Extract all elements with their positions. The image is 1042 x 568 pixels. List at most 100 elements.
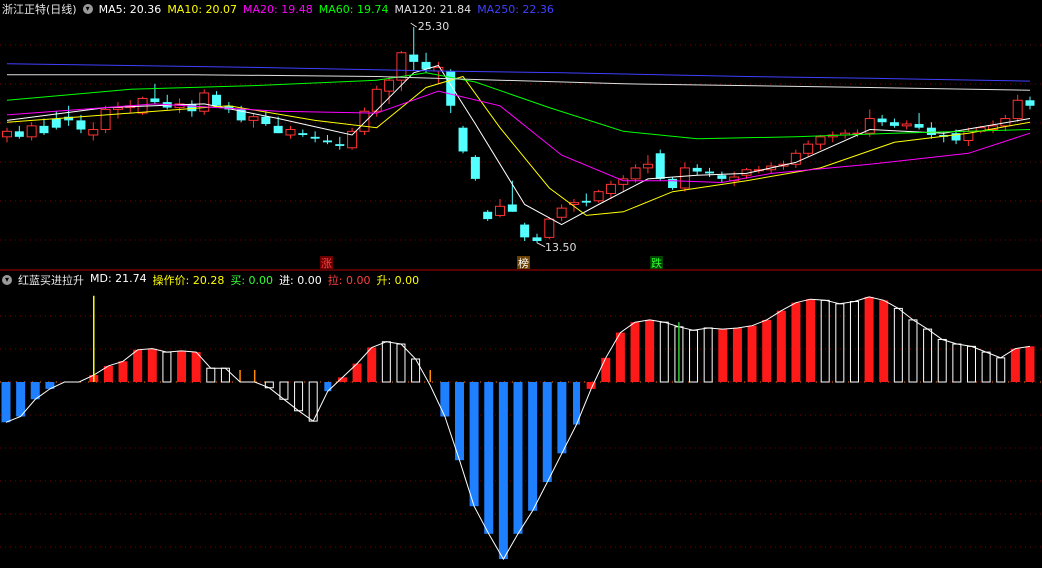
indicator-bar [879,300,889,382]
indicator-bar [996,357,1006,383]
candle-body [446,71,456,106]
indicator-bar [952,343,962,383]
indicator-bar [791,302,801,382]
candle-body [14,131,24,137]
candle-body [507,204,517,212]
event-marker-1: 榜 [518,256,529,270]
candle-body [187,103,197,112]
candle-body [298,133,308,135]
ma-line-ma20 [6,90,1031,184]
candle-body [544,218,555,238]
candle-body [483,211,493,220]
indicator-bar [206,367,216,383]
candle-body [310,136,320,139]
candle-body [642,163,653,169]
indicator-bar [630,322,640,382]
indicator-bar [542,382,552,483]
candle-body [100,108,111,131]
indicator-bar [966,345,976,383]
indicator-bar [937,338,947,383]
indicator-bar [294,381,304,412]
indicator-bar [689,329,699,383]
candle-body [630,167,641,180]
candle-body [470,156,480,179]
indicator-bar [557,382,567,454]
indicator-bar [776,310,786,382]
candle-body [212,94,222,106]
candle-body [593,191,604,202]
candle-body [409,54,419,62]
event-marker-2: 跌 [651,256,662,270]
candle-body [520,224,530,238]
candle-body [335,144,345,146]
candle-body [112,107,123,110]
indicator-bar [923,328,933,383]
indicator-bar [893,307,903,383]
indicator-bar [835,303,845,383]
indicator-bar [601,357,611,382]
candle-body [889,122,899,126]
stock-chart[interactable]: 25.30 13.50 涨 榜 跌 [0,0,1042,568]
indicator-bar [177,350,187,382]
high-price-label: 25.30 [418,20,450,33]
indicator-bar [498,382,508,560]
indicator-bar [191,352,201,382]
candle-body [39,125,49,134]
indicator-bar [615,332,625,382]
candle-body [273,125,283,134]
indicator-bar [659,321,669,383]
candle-body [26,125,37,138]
indicator-bar [324,382,332,392]
indicator-bar [411,358,421,383]
candle-body [605,183,616,194]
indicator-bar [645,319,655,382]
indicator-bar [118,361,128,382]
low-price-label: 13.50 [545,241,577,254]
indicator-bar [1,382,11,423]
indicator-bar [732,327,742,382]
indicator-bar [16,382,26,417]
candle-body [359,110,370,132]
candle-body [261,116,271,125]
indicator-bar [849,301,859,383]
candle-body [285,129,296,136]
indicator-bar [981,351,991,383]
candle-body [51,118,61,128]
indicator-bar [762,319,772,382]
indicator-bar [1010,348,1020,382]
candle-body [926,127,936,135]
indicator-bar [703,327,713,383]
candle-body [877,118,887,123]
indicator-bar [454,382,464,461]
candle-body [717,175,727,179]
candle-body [581,200,591,203]
indicator-bar [528,382,538,511]
indicator-bar [381,341,391,383]
indicator-bar [513,382,523,534]
event-marker-0: 涨 [321,257,332,270]
candle-body [495,205,506,216]
indicator-bar [747,325,757,382]
indicator-bar [147,348,157,382]
high-pointer [410,22,418,28]
candle-body [705,171,715,174]
candle-body [1025,100,1035,106]
indicator-bar [820,299,830,383]
indicator-bar [162,351,172,383]
candle-body [371,88,382,112]
indicator-bar [718,329,728,382]
low-pointer [536,242,546,248]
candle-body [384,79,395,92]
indicator-bar [469,382,479,507]
indicator-bar [440,382,450,417]
indicator-bar [484,382,494,534]
ma-line-ma250 [6,63,1031,82]
indicator-bar [908,319,918,383]
candle-body [199,92,210,112]
indicator-bar [367,347,377,382]
candle-body [458,127,468,152]
candle-body [692,167,702,172]
candle-body [532,237,542,242]
candle-body [655,153,665,179]
candle-body [88,129,99,136]
